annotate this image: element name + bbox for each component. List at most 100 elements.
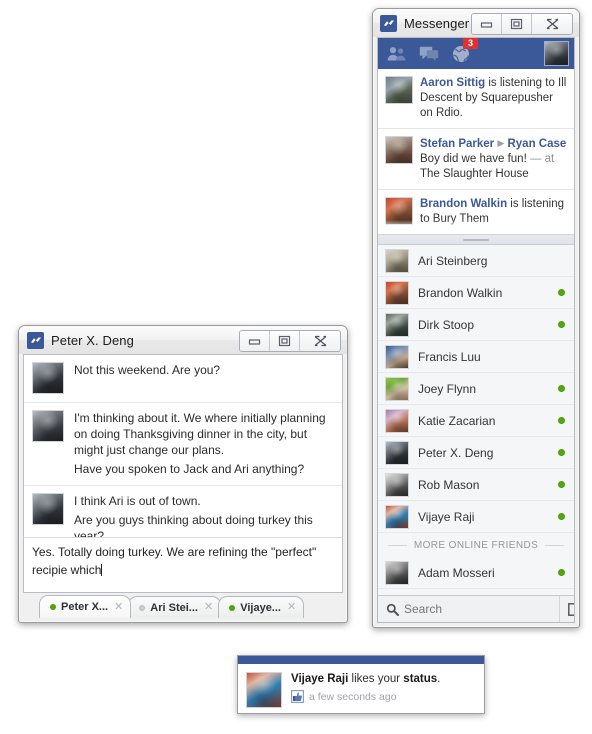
sidebar-toggle-icon[interactable] — [559, 596, 574, 622]
toast-body: Vijaye Raji likes your status. a few sec… — [238, 665, 484, 715]
avatar — [246, 672, 282, 708]
notification-toast[interactable]: Vijaye Raji likes your status. a few sec… — [237, 655, 485, 714]
message-lines: I think Ari is out of town. Are you guys… — [74, 493, 334, 537]
buddy-name: Rob Mason — [418, 477, 480, 492]
buddy-row[interactable]: Brandon Walkin — [378, 277, 574, 309]
search-input[interactable] — [404, 602, 559, 616]
messenger-maximize-button[interactable] — [502, 14, 532, 34]
chat-tabstrip[interactable]: Peter X... ✕ Ari Stei... ✕ Vijaye... ✕ — [23, 593, 343, 618]
close-icon[interactable]: ✕ — [287, 602, 296, 613]
buddy-row[interactable]: Adam Mosseri — [378, 557, 574, 589]
buddy-row[interactable]: Peter X. Deng — [378, 437, 574, 469]
chat-window[interactable]: Peter X. Deng Not this weekend. Are you? — [18, 325, 348, 623]
avatar — [385, 280, 409, 305]
chat-close-button[interactable] — [300, 331, 340, 351]
avatar — [385, 504, 409, 529]
feed-item[interactable]: Stefan Parker ▶ Ryan Case Boy did we hav… — [378, 129, 574, 190]
chat-body: Not this weekend. Are you? I'm thinking … — [23, 354, 343, 618]
avatar — [32, 493, 64, 525]
more-online-friends-separator[interactable]: MORE ONLINE FRIENDS — [378, 533, 574, 557]
buddy-row[interactable]: Francis Luu — [378, 341, 574, 373]
offline-status-dot — [139, 604, 146, 611]
feed-actor-target[interactable]: Ryan Case — [507, 138, 566, 150]
messenger-search-bar[interactable] — [378, 595, 574, 622]
messenger-minimize-button[interactable] — [472, 14, 502, 34]
buddy-name: Dirk Stoop — [418, 317, 475, 332]
online-status-dot — [558, 417, 565, 424]
feed-item[interactable]: Brandon Walkin is listening to Bury Them — [378, 190, 574, 234]
buddy-name: Francis Luu — [418, 349, 481, 364]
globe-notifications-icon[interactable]: 3 — [452, 38, 478, 63]
avatar — [385, 440, 409, 465]
chat-window-controls[interactable] — [239, 330, 341, 352]
message-lines: Not this weekend. Are you? — [74, 362, 334, 394]
toast-timestamp: a few seconds ago — [309, 690, 397, 703]
me-avatar[interactable] — [544, 41, 569, 66]
messenger-window[interactable]: Messenger 3 Aaron Sittig is listening to… — [372, 8, 580, 628]
toast-actor[interactable]: Vijaye Raji — [291, 673, 348, 685]
buddy-row[interactable]: Vijaye Raji — [378, 501, 574, 533]
messages-icon[interactable] — [419, 46, 439, 61]
messenger-titlebar[interactable]: Messenger — [373, 9, 579, 37]
messenger-body: 3 Aaron Sittig is listening to Ill Desce… — [377, 37, 575, 623]
buddy-row[interactable]: Dirk Stoop — [378, 309, 574, 341]
feed-item[interactable]: Aaron Sittig is listening to Ill Descent… — [378, 69, 574, 129]
message-lines: I'm thinking about it. We where initiall… — [74, 410, 334, 477]
feed-actor[interactable]: Brandon Walkin — [420, 198, 507, 210]
message-text: Are you guys thinking about doing turkey… — [74, 513, 313, 537]
feed-resize-grip[interactable] — [378, 234, 574, 245]
buddy-list[interactable]: Ari Steinberg Brandon Walkin Dirk Stoop … — [378, 245, 574, 595]
avatar — [385, 408, 409, 433]
feed-actor[interactable]: Aaron Sittig — [420, 77, 485, 89]
close-icon[interactable]: ✕ — [204, 602, 213, 613]
avatar — [385, 472, 409, 497]
chat-tab-ari[interactable]: Ari Stei... ✕ — [128, 596, 222, 618]
buddy-name: Joey Flynn — [418, 381, 477, 396]
message-text: I think Ari is out of town. — [74, 494, 201, 508]
feed-item-text: Brandon Walkin is listening to Bury Them — [420, 197, 568, 227]
chat-titlebar[interactable]: Peter X. Deng — [19, 326, 347, 354]
buddy-row[interactable]: Joey Flynn — [378, 373, 574, 405]
chat-tab-peter[interactable]: Peter X... ✕ — [39, 595, 132, 618]
avatar — [385, 197, 413, 225]
buddy-row[interactable]: Ari Steinberg — [378, 245, 574, 277]
online-status-dot — [558, 385, 565, 392]
buddy-row[interactable]: Rob Mason — [378, 469, 574, 501]
online-status-dot — [558, 321, 565, 328]
feed-actor[interactable]: Stefan Parker — [420, 138, 494, 150]
message-text: Not this weekend. Are you? — [74, 363, 221, 377]
close-icon[interactable]: ✕ — [114, 601, 123, 613]
message-group: I'm thinking about it. We where initiall… — [24, 403, 342, 486]
facebook-toolbar[interactable]: 3 — [378, 38, 574, 69]
avatar — [385, 376, 409, 401]
buddy-name: Adam Mosseri — [418, 565, 495, 580]
chat-tab-label: Peter X... — [61, 601, 109, 613]
online-status-dot — [558, 513, 565, 520]
chat-minimize-button[interactable] — [240, 331, 270, 351]
buddy-row[interactable]: Katie Zacarian — [378, 405, 574, 437]
more-online-friends-label: MORE ONLINE FRIENDS — [413, 540, 539, 551]
avatar — [32, 362, 64, 394]
feed-place-prefix: at — [541, 153, 555, 165]
buddy-name: Ari Steinberg — [418, 253, 488, 268]
avatar — [385, 344, 409, 369]
feed-arrow-icon: ▶ — [497, 138, 505, 148]
feed-place[interactable]: The Slaughter House — [420, 168, 529, 180]
message-composer[interactable]: Yes. Totally doing turkey. We are refini… — [23, 537, 343, 593]
buddy-name: Brandon Walkin — [418, 285, 503, 300]
online-status-dot — [558, 481, 565, 488]
message-list[interactable]: Not this weekend. Are you? I'm thinking … — [23, 354, 343, 537]
message-group: I think Ari is out of town. Are you guys… — [24, 486, 342, 537]
toast-period: . — [437, 673, 441, 685]
chat-tab-vijaye[interactable]: Vijaye... ✕ — [218, 596, 305, 618]
feed-dash: — — [529, 153, 542, 165]
avatar — [32, 410, 64, 442]
toast-object[interactable]: status — [403, 673, 437, 685]
chat-maximize-button[interactable] — [270, 331, 300, 351]
online-status-dot — [229, 604, 236, 611]
composer-text[interactable]: Yes. Totally doing turkey. We are refini… — [32, 545, 320, 577]
news-feed[interactable]: Aaron Sittig is listening to Ill Descent… — [378, 69, 574, 234]
friends-icon[interactable] — [387, 46, 406, 61]
messenger-window-controls[interactable] — [471, 13, 573, 35]
messenger-close-button[interactable] — [532, 14, 572, 34]
